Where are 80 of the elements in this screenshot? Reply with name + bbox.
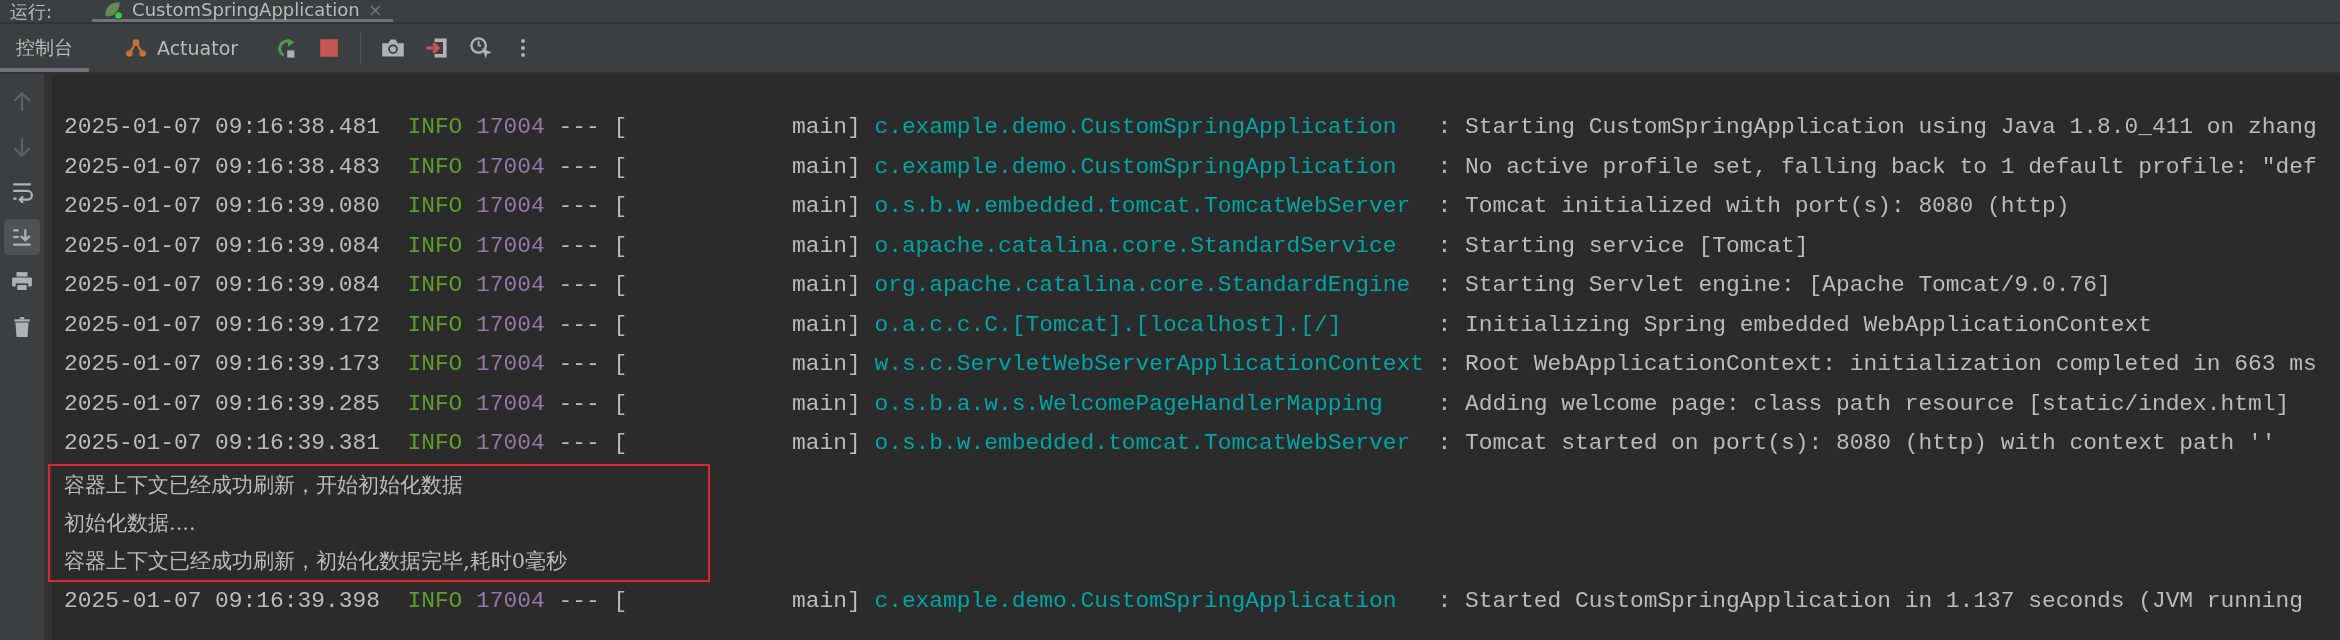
log-logger: o.s.b.a.w.s.WelcomePageHandlerMapping — [874, 389, 1384, 419]
log-pid: 17004 — [476, 152, 546, 182]
log-level: INFO — [407, 310, 464, 340]
log-logger: c.example.demo.CustomSpringApplication — [874, 586, 1398, 616]
log-level: INFO — [407, 113, 464, 142]
log-pid: 17004 — [476, 192, 546, 221]
log-logger: c.example.demo.CustomSpringApplication — [874, 113, 1398, 142]
log-separator: --- [ — [558, 113, 628, 142]
log-separator: --- [ — [558, 192, 628, 221]
log-level: INFO — [407, 389, 464, 419]
log-logger: o.a.c.c.C.[Tomcat].[localhost].[/] — [874, 310, 1343, 340]
log-pid: 17004 — [476, 350, 546, 379]
log-level: INFO — [407, 586, 464, 616]
log-level: INFO — [407, 231, 464, 261]
log-logger: o.apache.catalina.core.StandardService — [874, 231, 1398, 261]
log-pid: 17004 — [476, 113, 546, 142]
log-timestamp: 2025-01-07 09:16:38.481 — [64, 113, 381, 142]
log-level: INFO — [407, 429, 464, 458]
log-pid: 17004 — [476, 231, 546, 261]
log-logger: c.example.demo.CustomSpringApplication — [874, 152, 1398, 182]
log-message: : Started CustomSpringApplication in 1.137 seconds (JVM running — [1437, 586, 2303, 616]
log-level: INFO — [407, 192, 464, 221]
log-separator: --- [ — [558, 389, 628, 419]
stop-icon[interactable] — [318, 37, 341, 59]
console-output-line: 容器上下文已经成功刷新，开始初始化数据 — [64, 471, 464, 499]
log-timestamp: 2025-01-07 09:16:39.084 — [64, 271, 381, 300]
run-label: 运行: — [10, 2, 53, 22]
log-timestamp: 2025-01-07 09:16:39.084 — [64, 231, 381, 261]
log-message: : Tomcat initialized with port(s): 8080 (http) — [1437, 192, 2070, 221]
log-pid: 17004 — [476, 429, 546, 458]
log-thread: main] — [791, 389, 861, 419]
exit-icon[interactable] — [425, 36, 450, 60]
log-thread: main] — [791, 113, 861, 142]
log-message: : Adding welcome page: class path resource [static/index.html] — [1437, 389, 2290, 419]
log-level: INFO — [407, 152, 464, 182]
log-thread: main] — [791, 152, 861, 182]
log-thread: main] — [791, 586, 861, 616]
log-message: : No active profile set, falling back to 1 default profile: "def — [1437, 152, 2317, 182]
tool-tab[interactable]: Actuator — [109, 24, 255, 72]
log-timestamp: 2025-01-07 09:16:39.285 — [64, 389, 381, 419]
console-output-line: 初始化数据.... — [64, 509, 197, 537]
log-thread: main] — [791, 310, 861, 340]
log-message: : Starting CustomSpringApplication using Java 1.8.0_411 on zhang — [1437, 113, 2317, 142]
log-separator: --- [ — [558, 429, 628, 458]
log-logger: org.apache.catalina.core.StandardEngine — [874, 271, 1412, 300]
log-separator: --- [ — [558, 350, 628, 379]
log-pid: 17004 — [476, 271, 546, 300]
console-output-line: 容器上下文已经成功刷新，初始化数据完毕,耗时0毫秒 — [64, 547, 569, 575]
log-message: : Tomcat started on port(s): 8080 (http) with context path '' — [1437, 429, 2276, 458]
clock-cursor-icon[interactable] — [469, 36, 494, 60]
log-separator: --- [ — [558, 231, 628, 261]
log-timestamp: 2025-01-07 09:16:39.172 — [64, 310, 381, 340]
log-timestamp: 2025-01-07 09:16:39.398 — [64, 586, 381, 616]
log-level: INFO — [407, 271, 464, 300]
log-pid: 17004 — [476, 586, 546, 616]
log-separator: --- [ — [558, 271, 628, 300]
log-thread: main] — [791, 271, 861, 300]
log-pid: 17004 — [476, 389, 546, 419]
log-logger: o.s.b.w.embedded.tomcat.TomcatWebServer — [874, 192, 1412, 221]
log-timestamp: 2025-01-07 09:16:39.080 — [64, 192, 381, 221]
log-message: : Initializing Spring embedded WebApplicationContext — [1437, 310, 2152, 340]
log-logger: w.s.c.ServletWebServerApplicationContext — [874, 350, 1425, 379]
actuator-icon — [125, 37, 147, 59]
log-level: INFO — [407, 350, 464, 379]
scroll-to-end-icon[interactable] — [4, 219, 40, 255]
log-message: : Starting service [Tomcat] — [1437, 231, 1809, 261]
log-thread: main] — [791, 231, 861, 261]
log-separator: --- [ — [558, 152, 628, 182]
log-separator: --- [ — [558, 586, 628, 616]
log-logger: o.s.b.w.embedded.tomcat.TomcatWebServer — [874, 429, 1412, 458]
log-thread: main] — [791, 429, 861, 458]
log-message: : Root WebApplicationContext: initialization completed in 663 ms — [1437, 350, 2317, 379]
log-message: : Starting Servlet engine: [Apache Tomcat/9.0.76] — [1437, 271, 2111, 300]
log-thread: main] — [791, 350, 861, 379]
log-pid: 17004 — [476, 310, 546, 340]
log-thread: main] — [791, 192, 861, 221]
log-timestamp: 2025-01-07 09:16:38.483 — [64, 152, 381, 182]
log-separator: --- [ — [558, 310, 628, 340]
log-timestamp: 2025-01-07 09:16:39.381 — [64, 429, 381, 458]
log-timestamp: 2025-01-07 09:16:39.173 — [64, 350, 381, 379]
